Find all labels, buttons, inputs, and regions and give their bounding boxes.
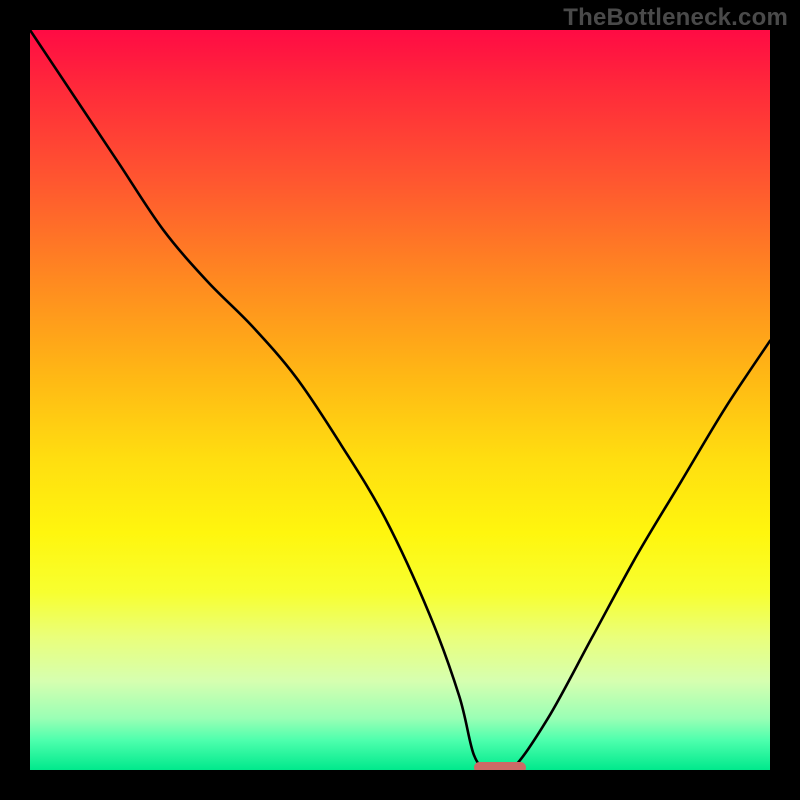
optimal-range-marker [474, 762, 526, 770]
watermark-text: TheBottleneck.com [563, 4, 788, 32]
bottleneck-curve-path [30, 30, 770, 770]
plot-area [30, 30, 770, 770]
chart-frame: TheBottleneck.com [0, 0, 800, 800]
bottleneck-curve [30, 30, 770, 770]
